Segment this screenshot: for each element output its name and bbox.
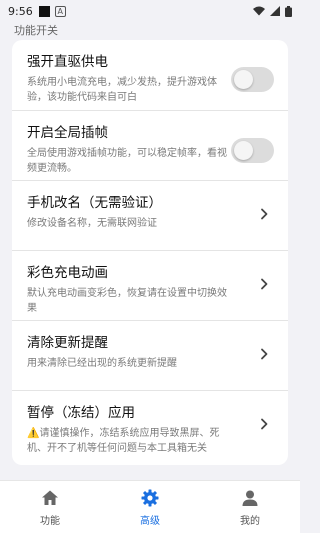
chevron-right-icon xyxy=(261,278,268,290)
setting-row-rename-device[interactable]: 手机改名（无需验证） 修改设备名称，无需联网验证 xyxy=(12,180,288,245)
chevron-right-icon xyxy=(261,418,268,430)
setting-row-direct-power[interactable]: 强开直驱供电 系统用小电流充电，减少发热，提升游戏体验，该功能代码来自可白 xyxy=(12,40,288,105)
nav-label: 功能 xyxy=(40,516,60,527)
toggle-knob xyxy=(234,70,253,89)
setting-description: ⚠️请谨慎操作，冻结系统应用导致黑屏、死机、开不了机等任何问题与本工具箱无关 xyxy=(27,428,220,454)
setting-row-freeze-app[interactable]: 暂停（冻结）应用 ⚠️请谨慎操作，冻结系统应用导致黑屏、死机、开不了机等任何问题… xyxy=(12,390,288,465)
nav-item-functions[interactable]: 功能 xyxy=(0,481,100,533)
setting-row-color-charging-animation[interactable]: 彩色充电动画 默认充电动画变彩色，恢复请在设置中切换效果 xyxy=(12,250,288,315)
nav-label: 我的 xyxy=(240,516,260,527)
nav-item-advanced[interactable]: 高级 xyxy=(100,481,200,533)
setting-title: 暂停（冻结）应用 xyxy=(27,405,135,421)
chevron-right-icon xyxy=(261,208,268,220)
home-icon xyxy=(42,490,58,505)
battery-icon xyxy=(285,5,292,17)
gear-icon xyxy=(141,489,159,507)
section-header: 功能开关 xyxy=(14,24,58,37)
setting-row-clear-update-reminder[interactable]: 清除更新提醒 用来清除已经出现的系统更新提醒 xyxy=(12,320,288,385)
setting-title: 彩色充电动画 xyxy=(27,265,108,281)
app-notification-icon: A xyxy=(54,5,66,17)
direct-power-toggle[interactable] xyxy=(231,67,274,92)
status-bar: 9:56 A xyxy=(0,0,300,22)
wifi-icon xyxy=(253,6,265,16)
setting-title: 清除更新提醒 xyxy=(27,335,108,351)
frame-interpolation-toggle[interactable] xyxy=(231,138,274,163)
setting-description: 用来清除已经出现的系统更新提醒 xyxy=(27,358,177,369)
person-icon xyxy=(242,490,258,506)
setting-description: 默认充电动画变彩色，恢复请在设置中切换效果 xyxy=(27,288,227,314)
nav-label: 高级 xyxy=(140,516,160,527)
setting-description: 全局使用游戏插帧功能，可以稳定帧率，看视频更流畅。 xyxy=(27,148,227,174)
setting-row-frame-interpolation[interactable]: 开启全局插帧 全局使用游戏插帧功能，可以稳定帧率，看视频更流畅。 xyxy=(12,110,288,175)
setting-description: 修改设备名称，无需联网验证 xyxy=(27,218,157,229)
setting-description: 系统用小电流充电，减少发热，提升游戏体验，该功能代码来自可白 xyxy=(27,77,217,103)
status-time: 9:56 xyxy=(8,4,33,18)
bottom-navigation: 功能 高级 我的 xyxy=(0,480,300,533)
setting-title: 手机改名（无需验证） xyxy=(27,195,162,211)
signal-icon xyxy=(270,6,280,16)
toggle-knob xyxy=(234,141,253,160)
settings-card: 强开直驱供电 系统用小电流充电，减少发热，提升游戏体验，该功能代码来自可白 开启… xyxy=(12,40,288,465)
chevron-right-icon xyxy=(261,348,268,360)
notification-square-icon xyxy=(38,5,50,17)
nav-item-mine[interactable]: 我的 xyxy=(200,481,300,533)
